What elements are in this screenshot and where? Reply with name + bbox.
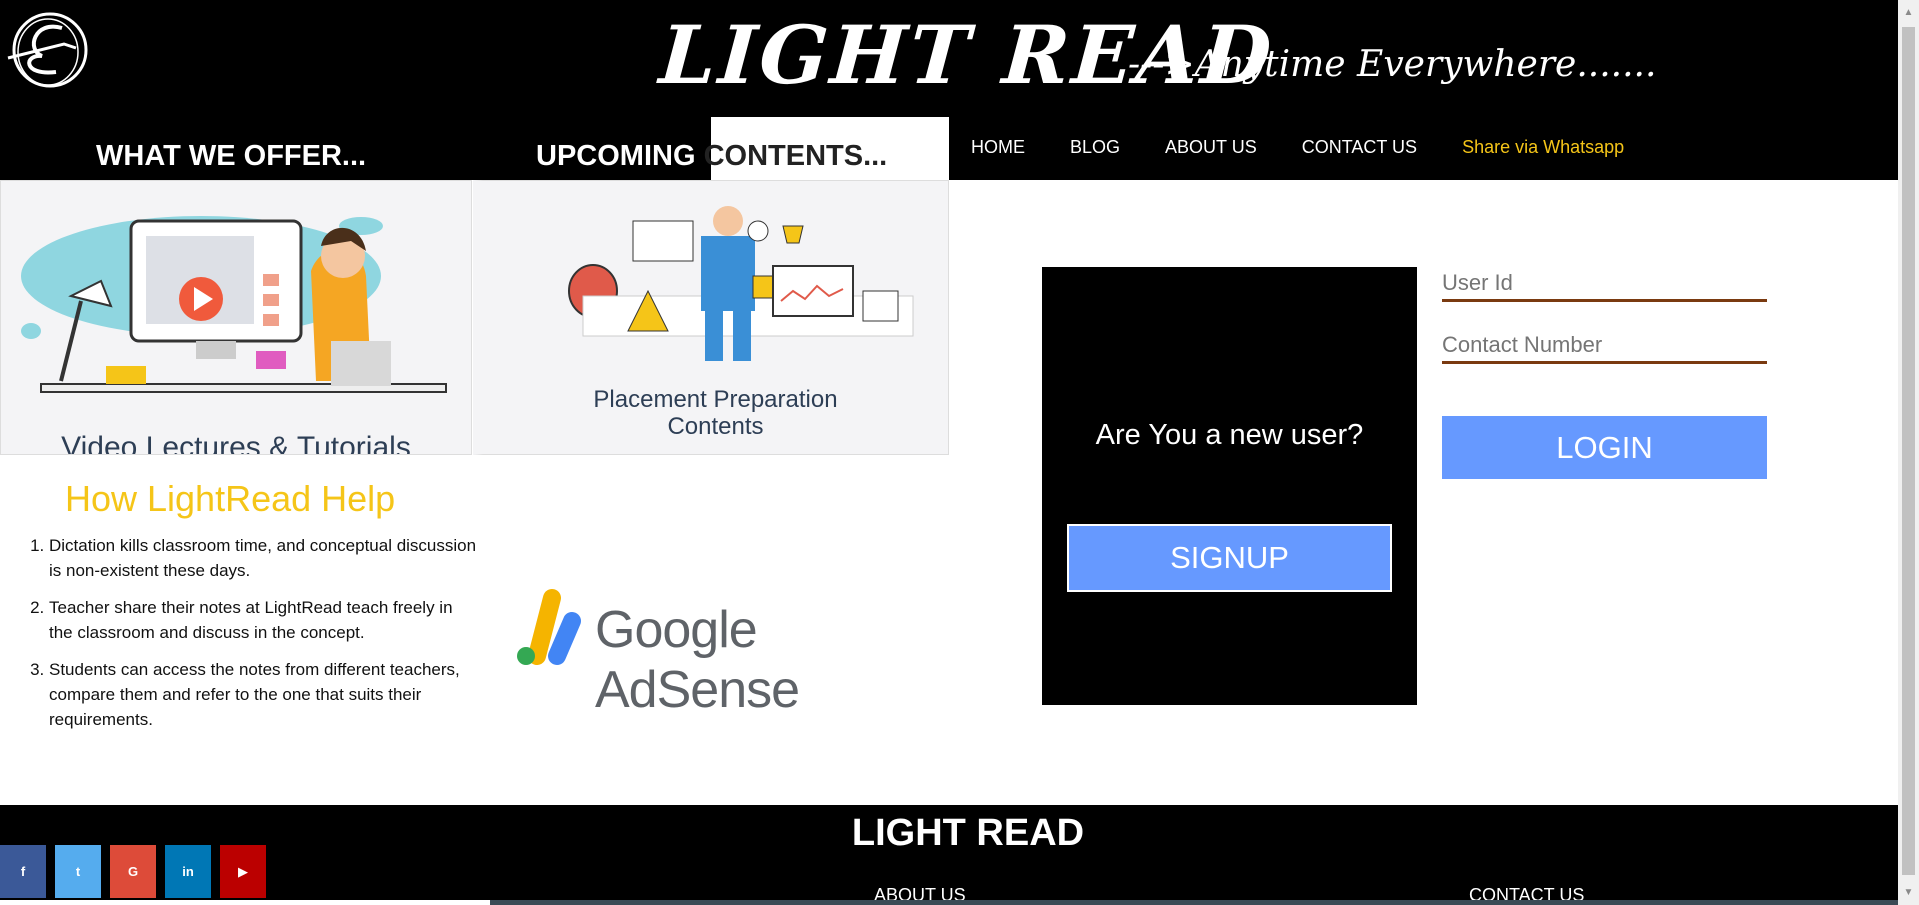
placement-caption-line2: Contents bbox=[667, 413, 764, 440]
adsense-label: Google AdSense bbox=[595, 601, 800, 719]
nav-home[interactable]: HOME bbox=[971, 137, 1025, 158]
nav-blog[interactable]: BLOG bbox=[1070, 137, 1120, 158]
placement-caption-line1: Placement Preparation bbox=[593, 386, 838, 413]
help-title: How LightRead Help bbox=[65, 478, 396, 519]
vertical-scrollbar[interactable]: ▲ ▼ bbox=[1898, 0, 1919, 905]
placement-preparation-card[interactable]: Placement Preparation Contents bbox=[473, 180, 949, 455]
scroll-up-icon[interactable]: ▲ bbox=[1902, 6, 1915, 19]
video-lecture-illustration bbox=[21, 216, 447, 393]
help-item: Students can access the notes from diffe… bbox=[49, 657, 479, 732]
main-nav: HOME BLOG ABOUT US CONTACT US Share via … bbox=[971, 137, 1669, 158]
help-item: Dictation kills classroom time, and conc… bbox=[49, 533, 479, 583]
help-item: Teacher share their notes at LightRead t… bbox=[49, 595, 479, 645]
social-bar: f t G in ▶ bbox=[0, 845, 275, 898]
user-id-input[interactable] bbox=[1442, 266, 1767, 302]
header: LIGHT READ --->Anytime Everywhere.......… bbox=[0, 0, 1898, 180]
google-plus-icon[interactable]: G bbox=[110, 845, 156, 898]
upcoming-contents-heading: UPCOMING CONTENTS... bbox=[536, 140, 887, 173]
help-list: Dictation kills classroom time, and conc… bbox=[49, 533, 479, 744]
footer: LIGHT READ ABOUT US CONTACT US bbox=[0, 805, 1898, 905]
what-we-offer-heading: WHAT WE OFFER... bbox=[96, 140, 367, 172]
linkedin-icon[interactable]: in bbox=[165, 845, 211, 898]
page: LIGHT READ --->Anytime Everywhere.......… bbox=[0, 0, 1919, 905]
facebook-icon[interactable]: f bbox=[0, 845, 46, 898]
login-button[interactable]: LOGIN bbox=[1442, 416, 1767, 479]
nav-about-us[interactable]: ABOUT US bbox=[1165, 137, 1257, 158]
contact-number-input[interactable] bbox=[1442, 328, 1767, 364]
signup-panel: Are You a new user? SIGNUP bbox=[1042, 267, 1417, 705]
upcoming-heading-part2: CONTENTS... bbox=[703, 140, 888, 172]
footer-title: LIGHT READ bbox=[851, 812, 1085, 854]
youtube-icon[interactable]: ▶ bbox=[220, 845, 266, 898]
signup-button[interactable]: SIGNUP bbox=[1067, 524, 1392, 592]
nav-share-whatsapp[interactable]: Share via Whatsapp bbox=[1462, 137, 1624, 158]
placement-illustration bbox=[568, 206, 914, 361]
google-adsense-ad[interactable]: Google AdSense bbox=[512, 586, 907, 719]
scroll-down-icon[interactable]: ▼ bbox=[1902, 886, 1915, 899]
scrollbar-thumb[interactable] bbox=[1902, 27, 1915, 875]
video-lectures-card[interactable]: Video Lectures & Tutorials bbox=[0, 180, 472, 455]
nav-contact-us[interactable]: CONTACT US bbox=[1302, 137, 1417, 158]
placement-caption: Placement Preparation Contents bbox=[483, 386, 948, 440]
bottom-strip bbox=[0, 900, 1898, 905]
logo-icon[interactable] bbox=[4, 6, 90, 90]
video-lectures-caption: Video Lectures & Tutorials bbox=[61, 431, 411, 455]
new-user-question: Are You a new user? bbox=[1095, 419, 1364, 451]
tagline: --->Anytime Everywhere....... bbox=[1128, 44, 1657, 85]
twitter-icon[interactable]: t bbox=[55, 845, 101, 898]
upcoming-heading-part1: UPCOMING bbox=[536, 140, 704, 172]
